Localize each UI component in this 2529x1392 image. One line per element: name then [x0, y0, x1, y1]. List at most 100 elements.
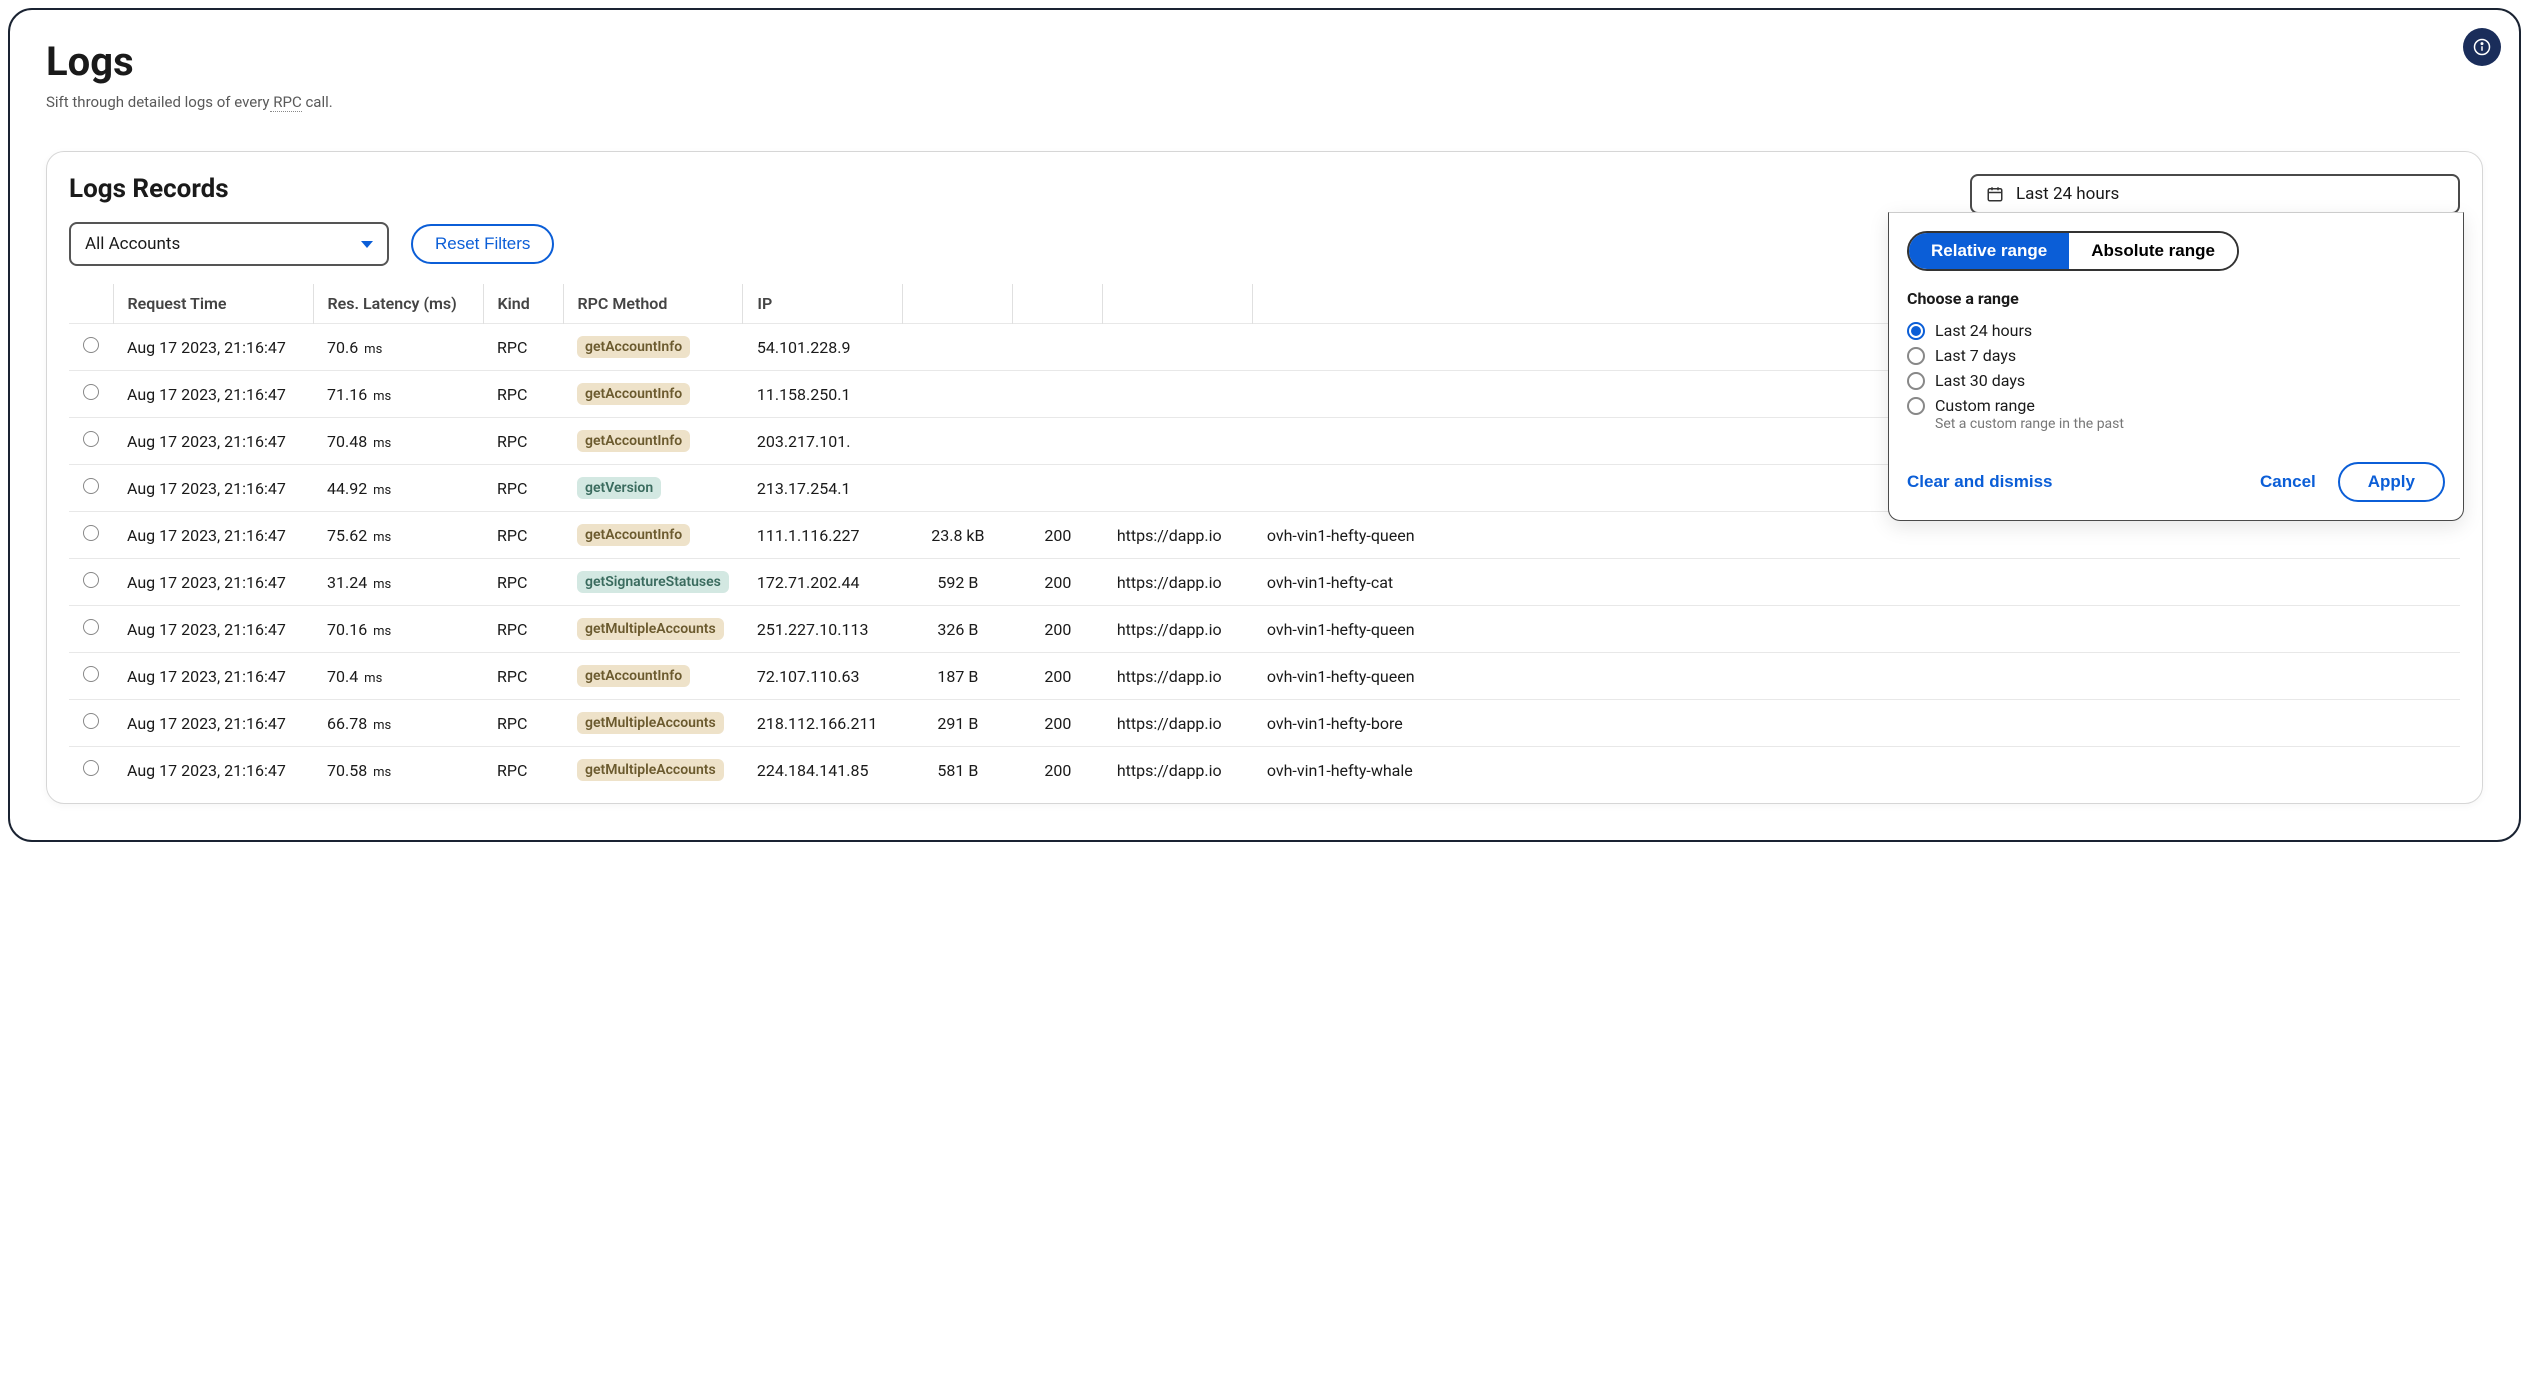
reset-filters-button[interactable]: Reset Filters: [411, 224, 554, 264]
cell-kind: RPC: [483, 700, 563, 747]
row-select-radio[interactable]: [83, 572, 99, 588]
date-range-trigger[interactable]: Last 24 hours: [1970, 174, 2460, 214]
cell-status: 200: [1013, 606, 1103, 653]
cell-size: 581 B: [903, 747, 1013, 794]
row-select-radio[interactable]: [83, 384, 99, 400]
date-range-value: Last 24 hours: [2016, 184, 2119, 204]
choose-range-label: Choose a range: [1907, 289, 2445, 308]
option-last-24-hours[interactable]: Last 24 hours: [1907, 318, 2445, 343]
cell-ip: 224.184.141.85: [743, 747, 903, 794]
row-select-radio[interactable]: [83, 525, 99, 541]
cell-ip: 72.107.110.63: [743, 653, 903, 700]
cell-method: getAccountInfo: [563, 512, 743, 559]
row-select-radio[interactable]: [83, 666, 99, 682]
col-status[interactable]: [1013, 284, 1103, 324]
cell-latency: 31.24 ms: [313, 559, 483, 606]
method-badge: getMultipleAccounts: [577, 618, 724, 640]
cell-kind: RPC: [483, 653, 563, 700]
cell-status: [1013, 465, 1103, 512]
col-latency[interactable]: Res. Latency (ms): [313, 284, 483, 324]
cell-origin: https://dapp.io: [1103, 700, 1253, 747]
cell-node: ovh-vin1-hefty-queen: [1253, 653, 2460, 700]
cell-time: Aug 17 2023, 21:16:47: [113, 512, 313, 559]
method-badge: getAccountInfo: [577, 665, 690, 687]
option-last-30-days[interactable]: Last 30 days: [1907, 368, 2445, 393]
rpc-term: RPC: [270, 93, 302, 112]
cell-status: 200: [1013, 700, 1103, 747]
table-row[interactable]: Aug 17 2023, 21:16:4770.4 msRPCgetAccoun…: [69, 653, 2460, 700]
radio-icon: [1907, 322, 1925, 340]
tab-relative-range[interactable]: Relative range: [1909, 233, 2069, 269]
cell-latency: 70.48 ms: [313, 418, 483, 465]
cell-size: [903, 371, 1013, 418]
option-last-7-days[interactable]: Last 7 days: [1907, 343, 2445, 368]
logs-card: Logs Records All Accounts Reset Filters …: [46, 151, 2483, 804]
cell-method: getMultipleAccounts: [563, 747, 743, 794]
cell-ip: 111.1.116.227: [743, 512, 903, 559]
col-method[interactable]: RPC Method: [563, 284, 743, 324]
cell-kind: RPC: [483, 465, 563, 512]
popover-actions: Clear and dismiss Cancel Apply: [1907, 462, 2445, 502]
clear-dismiss-button[interactable]: Clear and dismiss: [1907, 472, 2053, 492]
cell-size: 592 B: [903, 559, 1013, 606]
table-row[interactable]: Aug 17 2023, 21:16:4770.58 msRPCgetMulti…: [69, 747, 2460, 794]
cell-latency: 75.62 ms: [313, 512, 483, 559]
cell-origin: https://dapp.io: [1103, 512, 1253, 559]
cell-time: Aug 17 2023, 21:16:47: [113, 606, 313, 653]
option-label: Last 7 days: [1935, 346, 2016, 365]
cell-latency: 70.58 ms: [313, 747, 483, 794]
col-request-time[interactable]: Request Time: [113, 284, 313, 324]
cell-origin: https://dapp.io: [1103, 653, 1253, 700]
cell-status: 200: [1013, 559, 1103, 606]
cell-kind: RPC: [483, 371, 563, 418]
cell-status: [1013, 324, 1103, 371]
cell-node: ovh-vin1-hefty-whale: [1253, 747, 2460, 794]
account-select[interactable]: All Accounts: [69, 222, 389, 266]
cell-node: ovh-vin1-hefty-queen: [1253, 606, 2460, 653]
cell-status: 200: [1013, 653, 1103, 700]
table-row[interactable]: Aug 17 2023, 21:16:4766.78 msRPCgetMulti…: [69, 700, 2460, 747]
range-tabs: Relative range Absolute range: [1907, 231, 2239, 271]
cancel-button[interactable]: Cancel: [2260, 472, 2316, 492]
option-label: Last 30 days: [1935, 371, 2025, 390]
row-select-radio[interactable]: [83, 760, 99, 776]
row-select-radio[interactable]: [83, 478, 99, 494]
row-select-radio[interactable]: [83, 713, 99, 729]
table-row[interactable]: Aug 17 2023, 21:16:4731.24 msRPCgetSigna…: [69, 559, 2460, 606]
info-icon: [2473, 38, 2491, 56]
row-select-radio[interactable]: [83, 337, 99, 353]
col-ip[interactable]: IP: [743, 284, 903, 324]
row-select-radio[interactable]: [83, 431, 99, 447]
method-badge: getAccountInfo: [577, 430, 690, 452]
table-row[interactable]: Aug 17 2023, 21:16:4770.16 msRPCgetMulti…: [69, 606, 2460, 653]
cell-kind: RPC: [483, 324, 563, 371]
col-origin[interactable]: [1103, 284, 1253, 324]
account-select-value: All Accounts: [85, 234, 180, 254]
cell-method: getAccountInfo: [563, 653, 743, 700]
cell-time: Aug 17 2023, 21:16:47: [113, 559, 313, 606]
method-badge: getAccountInfo: [577, 524, 690, 546]
method-badge: getVersion: [577, 477, 661, 499]
info-button[interactable]: [2463, 28, 2501, 66]
cell-status: 200: [1013, 512, 1103, 559]
cell-latency: 66.78 ms: [313, 700, 483, 747]
cell-time: Aug 17 2023, 21:16:47: [113, 653, 313, 700]
method-badge: getMultipleAccounts: [577, 712, 724, 734]
cell-time: Aug 17 2023, 21:16:47: [113, 324, 313, 371]
tab-absolute-range[interactable]: Absolute range: [2069, 233, 2237, 269]
cell-size: [903, 324, 1013, 371]
cell-size: 291 B: [903, 700, 1013, 747]
cell-ip: 218.112.166.211: [743, 700, 903, 747]
method-badge: getAccountInfo: [577, 336, 690, 358]
radio-icon: [1907, 372, 1925, 390]
apply-button[interactable]: Apply: [2338, 462, 2445, 502]
cell-ip: 172.71.202.44: [743, 559, 903, 606]
cell-kind: RPC: [483, 512, 563, 559]
page-container: Logs Sift through detailed logs of every…: [8, 8, 2521, 842]
option-custom-range[interactable]: Custom range: [1907, 393, 2445, 418]
cell-size: [903, 465, 1013, 512]
chevron-down-icon: [361, 241, 373, 248]
col-size[interactable]: [903, 284, 1013, 324]
col-kind[interactable]: Kind: [483, 284, 563, 324]
row-select-radio[interactable]: [83, 619, 99, 635]
